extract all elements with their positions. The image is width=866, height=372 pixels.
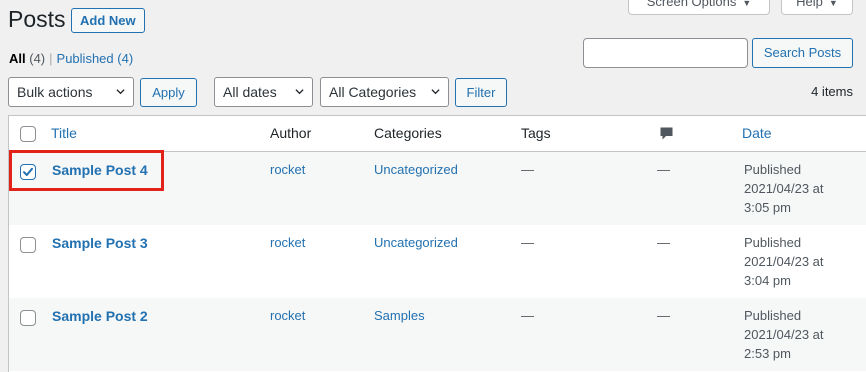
row-checkbox[interactable] xyxy=(20,310,36,326)
table-row: Sample Post 4 rocket Uncategorized — — P… xyxy=(9,152,866,225)
row-checkbox[interactable] xyxy=(20,164,36,180)
categories-select[interactable]: All Categories xyxy=(320,77,449,107)
screen-options-label: Screen Options xyxy=(646,0,737,9)
table-row: Sample Post 3 rocket Uncategorized — — P… xyxy=(9,225,866,298)
post-date: 2021/04/23 at xyxy=(744,181,824,196)
category-link[interactable]: Samples xyxy=(374,308,425,323)
post-time: 3:04 pm xyxy=(744,273,791,288)
posts-table: Title Author Categories Tags Date Sample… xyxy=(8,115,866,372)
comments-value: — xyxy=(657,308,670,323)
chevron-down-icon xyxy=(295,89,304,95)
column-title-header[interactable]: Title xyxy=(51,125,77,141)
date-cell: Published 2021/04/23 at 3:04 pm xyxy=(744,233,854,290)
filter-button[interactable]: Filter xyxy=(455,78,507,107)
comments-value: — xyxy=(657,162,670,177)
row-checkbox[interactable] xyxy=(20,237,36,253)
help-label: Help xyxy=(796,0,823,9)
select-all-checkbox[interactable] xyxy=(20,126,36,142)
table-header: Title Author Categories Tags Date xyxy=(9,116,866,152)
post-time: 3:05 pm xyxy=(744,200,791,215)
search-input[interactable] xyxy=(583,38,748,68)
screen-options-tab[interactable]: Screen Options ▼ xyxy=(628,0,770,15)
search-posts-button[interactable]: Search Posts xyxy=(752,38,853,68)
post-status: Published xyxy=(744,308,802,323)
dates-value: All dates xyxy=(223,84,277,100)
chevron-down-icon xyxy=(116,89,125,95)
author-link[interactable]: rocket xyxy=(270,162,305,177)
post-status: Published xyxy=(744,235,802,250)
date-cell: Published 2021/04/23 at 2:53 pm xyxy=(744,306,854,363)
post-title-link[interactable]: Sample Post 2 xyxy=(52,308,148,324)
filter-all-link[interactable]: All xyxy=(9,51,26,66)
table-row: Sample Post 2 rocket Samples — — Publish… xyxy=(9,298,866,371)
comment-bubble-icon[interactable] xyxy=(659,126,674,141)
post-status: Published xyxy=(744,162,802,177)
post-date: 2021/04/23 at xyxy=(744,327,824,342)
filter-separator: | xyxy=(49,51,53,66)
chevron-down-icon xyxy=(431,89,440,95)
item-count: 4 items xyxy=(811,84,853,99)
filter-published-label: Published xyxy=(56,51,114,66)
filter-all-count: (4) xyxy=(29,51,46,66)
categories-value: All Categories xyxy=(329,84,417,100)
column-categories-header: Categories xyxy=(374,125,442,141)
date-cell: Published 2021/04/23 at 3:05 pm xyxy=(744,160,854,217)
dates-select[interactable]: All dates xyxy=(214,77,313,107)
caret-down-icon: ▼ xyxy=(742,0,752,8)
author-link[interactable]: rocket xyxy=(270,308,305,323)
bulk-actions-select[interactable]: Bulk actions xyxy=(8,77,134,107)
bulk-actions-value: Bulk actions xyxy=(17,84,93,100)
page-title: Posts xyxy=(8,6,66,32)
column-date-header[interactable]: Date xyxy=(742,125,772,141)
caret-down-icon: ▼ xyxy=(828,0,838,8)
post-title-link[interactable]: Sample Post 4 xyxy=(52,162,148,178)
filter-published-count: (4) xyxy=(117,51,134,66)
author-link[interactable]: rocket xyxy=(270,235,305,250)
add-new-button[interactable]: Add New xyxy=(71,8,145,33)
status-filter-links: All (4) | Published (4) xyxy=(9,51,133,66)
post-time: 2:53 pm xyxy=(744,346,791,361)
comments-value: — xyxy=(657,235,670,250)
category-link[interactable]: Uncategorized xyxy=(374,235,458,250)
apply-button[interactable]: Apply xyxy=(140,78,197,107)
checkmark-icon xyxy=(23,167,33,176)
column-author-header: Author xyxy=(270,125,312,141)
tags-value: — xyxy=(521,162,534,177)
help-tab[interactable]: Help ▼ xyxy=(781,0,853,15)
post-date: 2021/04/23 at xyxy=(744,254,824,269)
post-title-link[interactable]: Sample Post 3 xyxy=(52,235,148,251)
tags-value: — xyxy=(521,235,534,250)
tags-value: — xyxy=(521,308,534,323)
category-link[interactable]: Uncategorized xyxy=(374,162,458,177)
filter-published-link[interactable]: Published (4) xyxy=(57,51,134,66)
column-tags-header: Tags xyxy=(521,125,551,141)
